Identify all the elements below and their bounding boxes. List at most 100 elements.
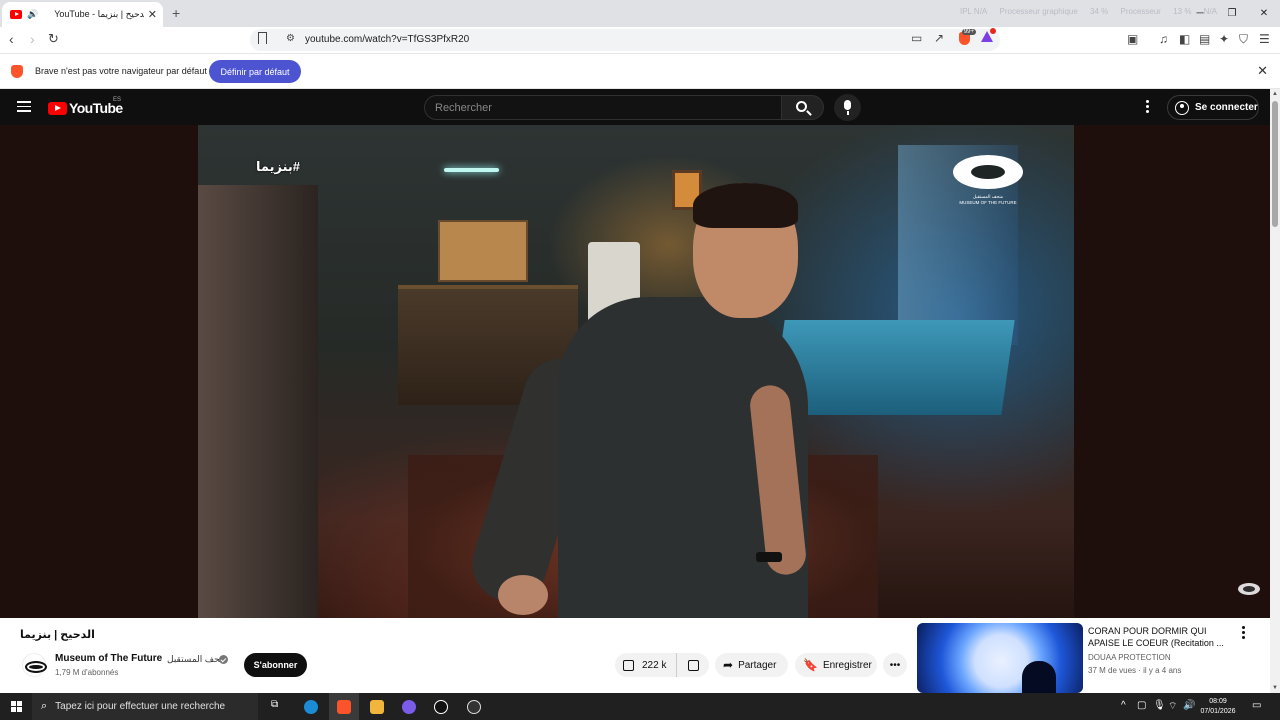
page-scrollbar[interactable]: ▲ ▼ [1270, 89, 1280, 693]
brave-taskbar-icon[interactable] [337, 700, 351, 714]
sidebar-icon[interactable]: ◧ [1179, 32, 1190, 46]
back-icon[interactable]: ‹ [9, 31, 14, 47]
museum-logo-icon [953, 155, 1023, 189]
video-player[interactable]: #بنزيما متحف المستقبل MUSEUM OF THE FUTU… [0, 125, 1270, 618]
recommended-channel[interactable]: DOUAA PROTECTION [1088, 653, 1171, 662]
browser-toolbar: ‹ › ↻ ⚙ youtube.com/watch?v=TfGS3PfxR20 … [0, 27, 1280, 54]
voice-search-button[interactable] [834, 94, 861, 121]
sysmon-value: IPL N/A [960, 7, 988, 16]
share-button[interactable]: ➦ Partager [715, 653, 788, 677]
share-icon: ➦ [723, 658, 734, 672]
clock-date: 07/01/2026 [1200, 708, 1236, 715]
hamburger-menu-icon[interactable] [17, 101, 31, 112]
youtube-page: YouTube ES Rechercher Se connecter #بنزي… [0, 89, 1270, 693]
browser-tab-youtube[interactable]: 🔊 YouTube - الدحيح | بنزيما ✕ [2, 2, 163, 27]
video-title: الدحيح | بنزيما [20, 629, 95, 641]
media-icon[interactable]: ♫ [1159, 32, 1168, 46]
windows-taskbar: ⌕ Tapez ici pour effectuer une recherche… [0, 693, 1280, 720]
search-input[interactable]: Rechercher [424, 95, 782, 120]
wallet-icon[interactable]: ▤ [1199, 32, 1210, 46]
new-tab-icon[interactable]: + [172, 5, 180, 21]
bookmark-save-icon: 🔖 [803, 658, 818, 672]
tab-title: YouTube - الدحيح | بنزيما [54, 9, 144, 19]
notifications-icon[interactable]: ▭ [1252, 700, 1261, 711]
thumbnail-silhouette [1022, 661, 1056, 693]
microphone-tray-icon[interactable]: 🎙 [1153, 700, 1166, 711]
channel-avatar[interactable] [22, 653, 47, 677]
sysmon-value: Processeur [1120, 7, 1161, 16]
restore-icon[interactable]: ❐ [1216, 0, 1248, 27]
dislike-button[interactable] [677, 659, 709, 671]
video-person-hair [693, 183, 798, 228]
taskbar-search-placeholder: Tapez ici pour effectuer une recherche [55, 701, 226, 712]
brave-shields-icon[interactable]: 99+ [959, 29, 976, 45]
settings-kebab-icon[interactable] [1146, 100, 1150, 114]
like-button[interactable]: 222 k [615, 653, 677, 677]
subscriber-count: 1,79 M d'abonnés [55, 668, 119, 677]
notification-dot-icon [990, 28, 996, 34]
close-window-icon[interactable]: ✕ [1248, 0, 1280, 27]
vpn-icon[interactable]: ⛉ [1239, 32, 1248, 47]
recommended-menu-icon[interactable] [1242, 626, 1246, 641]
edge-icon[interactable] [304, 700, 318, 714]
recommended-meta: 37 M de vues · il y a 4 ans [1088, 666, 1182, 675]
taskbar-search-input[interactable]: ⌕ Tapez ici pour effectuer une recherche [32, 693, 258, 720]
search-icon [796, 101, 807, 112]
subscribe-button[interactable]: S'abonner [244, 653, 307, 677]
url-text[interactable]: youtube.com/watch?v=TfGS3PfxR20 [305, 34, 469, 45]
set-default-button[interactable]: Définir par défaut [209, 60, 301, 83]
share-page-icon[interactable]: ↗ [934, 31, 944, 45]
video-overlay-hashtag: #بنزيما [256, 159, 300, 174]
app-icon[interactable] [434, 700, 448, 714]
show-hidden-icons-icon[interactable]: ^ [1121, 700, 1126, 711]
reload-icon[interactable]: ↻ [48, 31, 59, 47]
speaker-icon[interactable]: 🔊 [27, 9, 38, 20]
file-explorer-icon[interactable] [370, 700, 384, 714]
close-infobar-icon[interactable]: ✕ [1257, 63, 1268, 79]
more-horizontal-icon: ••• [889, 659, 901, 671]
app-icon[interactable] [402, 700, 416, 714]
video-scene-wall [198, 185, 318, 618]
channel-name[interactable]: Museum of The Future [55, 653, 162, 664]
bookmark-icon[interactable] [258, 32, 267, 44]
account-icon [1175, 100, 1189, 115]
youtube-logo[interactable]: YouTube ES [48, 97, 123, 116]
cast-icon[interactable]: ▭ [911, 31, 922, 45]
app-icon[interactable] [467, 700, 481, 714]
task-view-icon[interactable]: ⧉ [271, 699, 278, 710]
sign-in-button[interactable]: Se connecter [1167, 95, 1259, 120]
search-placeholder: Rechercher [435, 102, 492, 114]
minimize-icon[interactable]: ─ [1184, 0, 1216, 27]
forward-icon[interactable]: › [30, 31, 35, 47]
video-frame[interactable]: #بنزيما متحف المستقبل MUSEUM OF THE FUTU… [198, 125, 1074, 618]
tray-app-icon[interactable]: ▢ [1137, 700, 1146, 711]
scrollbar-thumb[interactable] [1272, 101, 1278, 227]
leo-ai-icon[interactable]: ✦ [1219, 32, 1229, 46]
network-icon[interactable]: ⌔ [1168, 700, 1177, 713]
video-scene-lamp [444, 168, 499, 172]
recommended-title[interactable]: CORAN POUR DORMIR QUI APAISE LE COEUR (R… [1088, 625, 1228, 649]
youtube-play-icon [48, 101, 67, 115]
region-code: ES [113, 97, 122, 103]
windows-start-icon[interactable] [11, 701, 22, 712]
more-actions-button[interactable]: ••• [883, 653, 907, 677]
tab-search-icon[interactable]: ▣ [1127, 32, 1138, 46]
channel-watermark-icon[interactable] [1238, 583, 1260, 595]
scroll-up-icon[interactable]: ▲ [1272, 91, 1278, 97]
taskbar-clock[interactable]: 08:09 07/01/2026 [1196, 697, 1240, 717]
microphone-icon [844, 100, 851, 110]
recommended-thumbnail[interactable] [917, 623, 1083, 693]
close-tab-icon[interactable]: ✕ [148, 8, 157, 21]
volume-icon[interactable]: 🔊 [1183, 700, 1195, 711]
shield-count-badge: 99+ [961, 29, 976, 35]
scroll-down-icon[interactable]: ▼ [1272, 685, 1278, 691]
search-button[interactable] [781, 95, 824, 120]
youtube-masthead: YouTube ES Rechercher Se connecter [0, 89, 1270, 125]
watch-metadata: الدحيح | بنزيما Museum of The Future متح… [0, 618, 1270, 693]
address-bar[interactable]: ⚙ youtube.com/watch?v=TfGS3PfxR20 [250, 29, 1000, 51]
site-settings-icon[interactable]: ⚙ [286, 33, 295, 44]
save-button[interactable]: 🔖 Enregistrer [795, 653, 877, 677]
menu-icon[interactable]: ☰ [1259, 32, 1270, 46]
brave-rewards-icon[interactable] [981, 28, 996, 42]
microphone-stand-icon [847, 111, 849, 115]
